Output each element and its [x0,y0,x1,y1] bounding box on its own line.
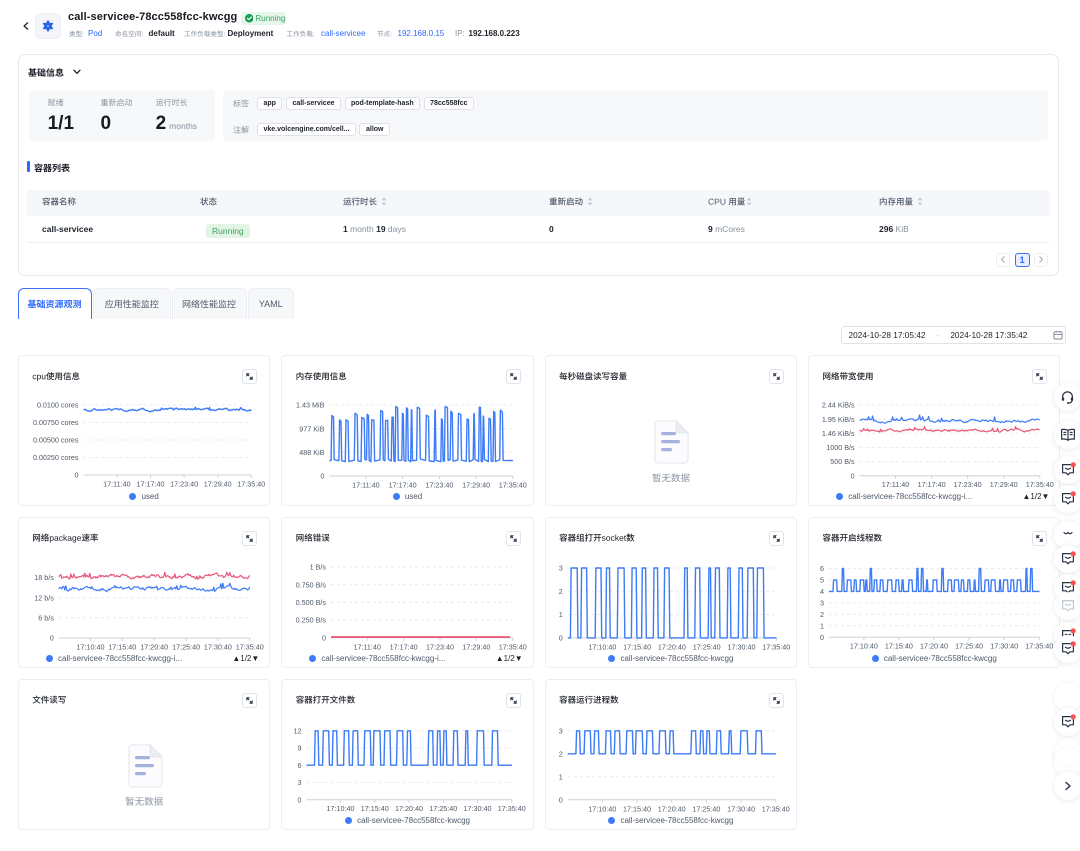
svg-text:17:35:40: 17:35:40 [499,642,527,651]
svg-text:3: 3 [820,598,824,607]
svg-text:0: 0 [321,472,325,481]
svg-text:2.44 KiB/s: 2.44 KiB/s [822,401,855,410]
svg-text:17:10:40: 17:10:40 [327,804,355,813]
svg-text:17:17:40: 17:17:40 [389,481,417,490]
svg-text:17:25:40: 17:25:40 [693,642,721,651]
svg-text:17:10:40: 17:10:40 [77,642,105,651]
svg-text:17:23:40: 17:23:40 [426,481,454,490]
svg-text:17:15:40: 17:15:40 [885,641,913,650]
svg-text:1.43 MiB: 1.43 MiB [296,401,325,410]
svg-text:17:35:40: 17:35:40 [236,642,264,651]
svg-text:2: 2 [559,586,563,595]
svg-text:0.500 B/s: 0.500 B/s [296,598,327,607]
svg-text:17:35:40: 17:35:40 [762,642,790,651]
svg-text:0.00750 cores: 0.00750 cores [33,418,79,427]
svg-text:2: 2 [820,609,824,618]
svg-text:4: 4 [820,587,824,596]
svg-text:2: 2 [559,749,563,758]
svg-text:1 B/s: 1 B/s [310,562,327,571]
svg-text:17:23:40: 17:23:40 [426,642,454,651]
svg-text:0: 0 [851,471,855,480]
svg-text:17:35:40: 17:35:40 [498,804,526,813]
svg-text:17:30:40: 17:30:40 [204,642,232,651]
svg-text:17:35:40: 17:35:40 [499,481,527,490]
svg-text:1: 1 [820,621,824,630]
svg-text:3: 3 [298,778,302,787]
svg-text:0: 0 [298,795,302,804]
svg-text:488 KiB: 488 KiB [300,448,325,457]
svg-text:17:29:40: 17:29:40 [462,481,490,490]
svg-text:17:15:40: 17:15:40 [108,642,136,651]
svg-text:0.0100 cores: 0.0100 cores [37,401,79,410]
svg-text:17:29:40: 17:29:40 [990,480,1018,489]
svg-text:17:11:40: 17:11:40 [353,481,380,490]
svg-text:3: 3 [559,563,563,572]
svg-text:17:25:40: 17:25:40 [955,641,983,650]
svg-text:17:17:40: 17:17:40 [390,642,418,651]
svg-text:17:25:40: 17:25:40 [172,642,200,651]
svg-text:0.250 B/s: 0.250 B/s [296,615,327,624]
svg-text:17:30:40: 17:30:40 [464,804,492,813]
svg-text:17:30:40: 17:30:40 [990,641,1018,650]
svg-text:3: 3 [559,726,563,735]
svg-text:17:15:40: 17:15:40 [623,804,651,813]
svg-text:17:30:40: 17:30:40 [727,642,755,651]
svg-text:0.00500 cores: 0.00500 cores [33,436,79,445]
svg-text:12: 12 [294,726,302,735]
svg-text:977 KiB: 977 KiB [300,424,325,433]
svg-text:17:23:40: 17:23:40 [954,480,982,489]
svg-text:0: 0 [559,633,563,642]
svg-text:17:20:40: 17:20:40 [658,642,686,651]
svg-text:17:29:40: 17:29:40 [204,480,232,489]
svg-text:1: 1 [559,610,563,619]
svg-text:1.95 KiB/s: 1.95 KiB/s [822,415,855,424]
svg-text:0: 0 [559,795,563,804]
svg-text:12 b/s: 12 b/s [34,593,54,602]
svg-text:17:20:40: 17:20:40 [140,642,168,651]
svg-text:17:25:40: 17:25:40 [692,804,720,813]
svg-text:17:10:40: 17:10:40 [850,641,878,650]
svg-text:6 b/s: 6 b/s [38,613,54,622]
svg-text:17:11:40: 17:11:40 [354,642,381,651]
svg-text:17:10:40: 17:10:40 [588,642,616,651]
svg-text:17:20:40: 17:20:40 [920,641,948,650]
svg-text:17:20:40: 17:20:40 [395,804,423,813]
svg-text:17:17:40: 17:17:40 [918,480,946,489]
svg-text:17:35:40: 17:35:40 [237,480,265,489]
svg-text:17:10:40: 17:10:40 [588,804,616,813]
svg-text:17:35:40: 17:35:40 [762,804,790,813]
svg-text:0: 0 [322,633,326,642]
svg-text:0: 0 [820,632,824,641]
svg-text:1.46 KiB/s: 1.46 KiB/s [822,429,855,438]
svg-text:1000 B/s: 1000 B/s [826,443,855,452]
svg-text:17:17:40: 17:17:40 [137,480,165,489]
svg-text:5: 5 [820,575,824,584]
svg-text:17:35:40: 17:35:40 [1026,480,1054,489]
svg-text:0.750 B/s: 0.750 B/s [296,580,327,589]
svg-text:17:15:40: 17:15:40 [623,642,651,651]
svg-text:0: 0 [50,633,54,642]
svg-text:17:23:40: 17:23:40 [170,480,198,489]
svg-text:17:20:40: 17:20:40 [658,804,686,813]
svg-text:0: 0 [75,471,79,480]
svg-text:0.00250 cores: 0.00250 cores [33,453,79,462]
svg-text:17:11:40: 17:11:40 [103,480,130,489]
svg-text:9: 9 [298,743,302,752]
svg-text:17:30:40: 17:30:40 [727,804,755,813]
svg-text:17:29:40: 17:29:40 [463,642,491,651]
svg-text:17:25:40: 17:25:40 [430,804,458,813]
svg-text:17:35:40: 17:35:40 [1025,641,1053,650]
svg-text:500 B/s: 500 B/s [830,457,855,466]
svg-text:1: 1 [559,772,563,781]
svg-text:18 b/s: 18 b/s [34,573,54,582]
svg-text:17:11:40: 17:11:40 [882,480,909,489]
svg-text:6: 6 [820,564,824,573]
svg-text:17:15:40: 17:15:40 [361,804,389,813]
svg-text:6: 6 [298,760,302,769]
